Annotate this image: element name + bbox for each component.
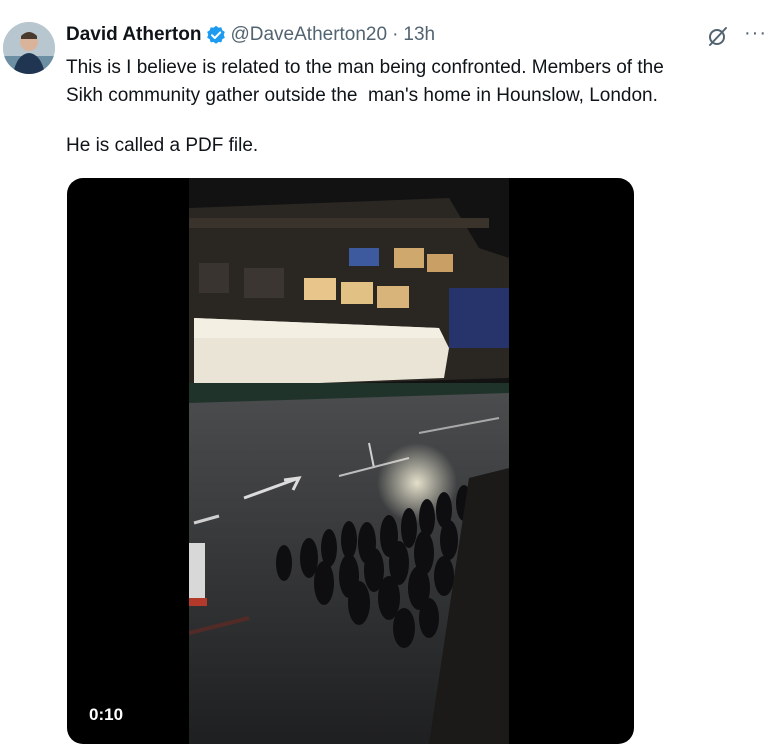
tweet-text-line: Sikh community gather outside the man's … [66, 85, 658, 106]
more-icon[interactable]: ··· [744, 23, 767, 43]
author-name[interactable]: David Atherton [66, 24, 201, 46]
video-frame [189, 178, 509, 744]
video-duration: 0:10 [89, 705, 124, 724]
video-player[interactable]: 0:10 [67, 178, 634, 744]
avatar-image [3, 22, 55, 74]
tweet-header: David Atherton @DaveAtherton20 · 13h [66, 22, 435, 48]
tweet-text: This is I believe is related to the man … [66, 54, 746, 160]
tweet-text-line: He is called a PDF file. [66, 135, 259, 156]
separator-dot: · [392, 24, 399, 45]
author-handle[interactable]: @DaveAtherton20 [230, 24, 387, 46]
grok-icon[interactable] [707, 25, 729, 47]
tweet: David Atherton @DaveAtherton20 · 13h ···… [0, 0, 774, 745]
verified-badge-icon [206, 25, 226, 45]
tweet-text-line: This is I believe is related to the man … [66, 57, 664, 78]
tweet-timestamp[interactable]: 13h [403, 24, 435, 46]
avatar[interactable] [3, 22, 55, 74]
